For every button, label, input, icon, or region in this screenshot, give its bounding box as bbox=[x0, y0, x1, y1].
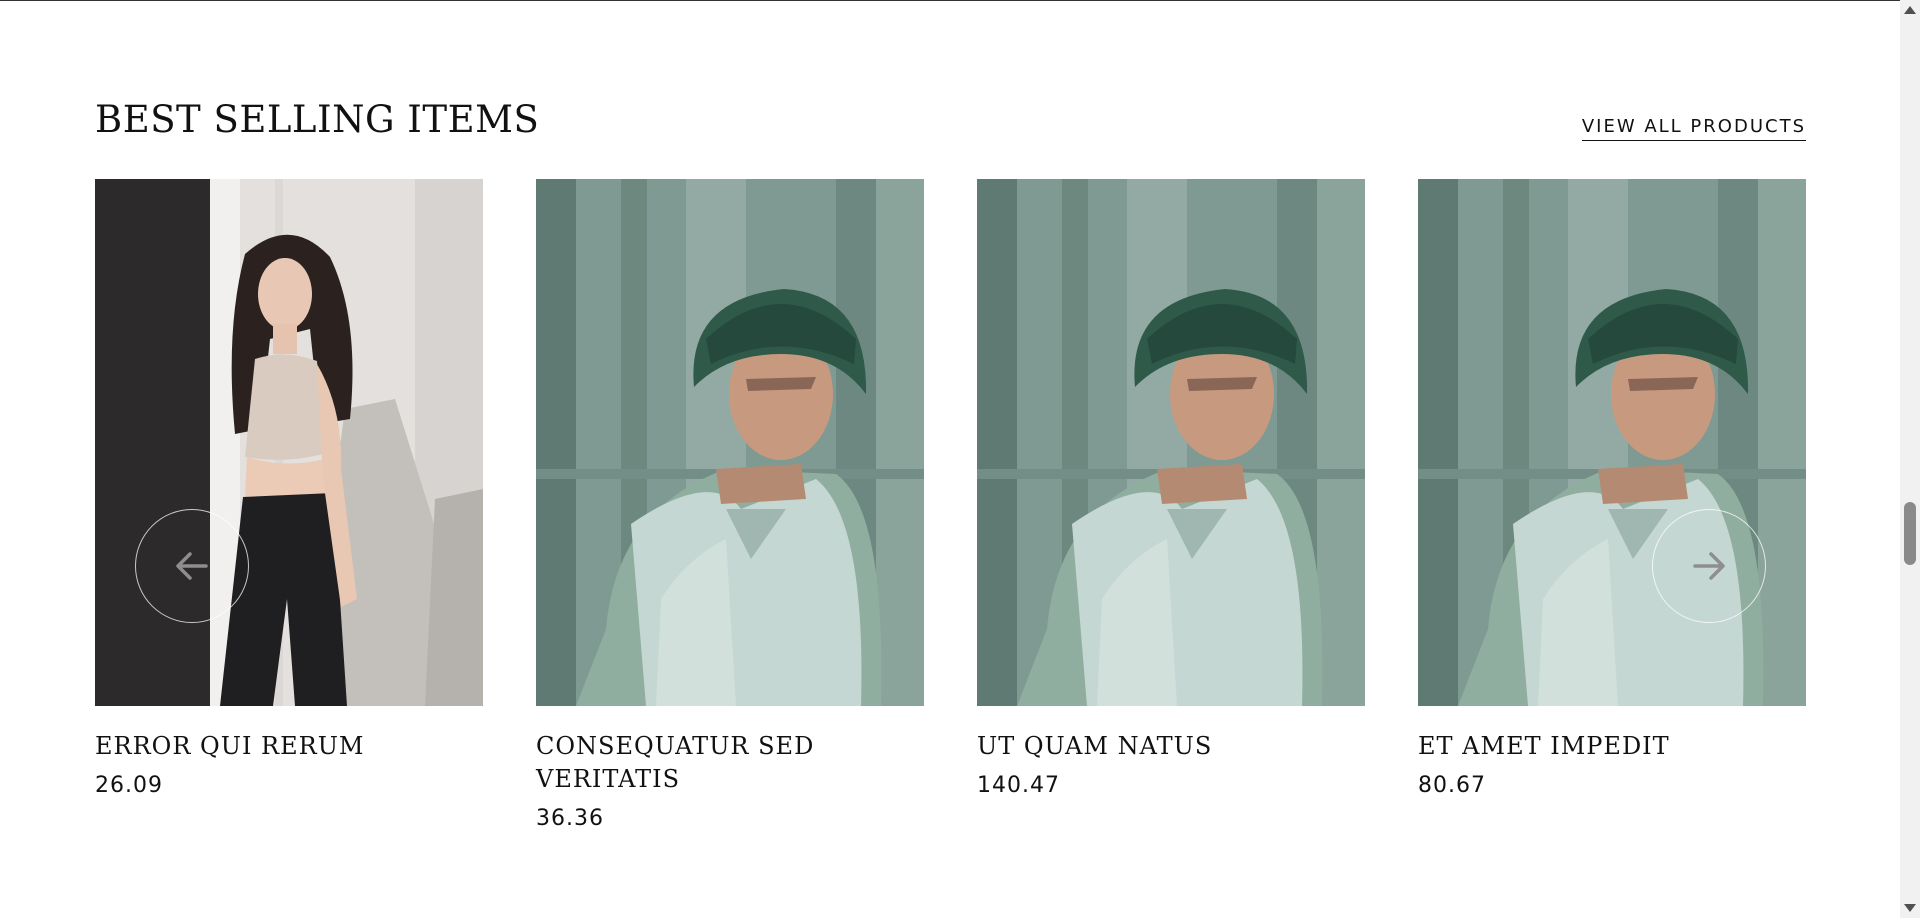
carousel-prev-button[interactable] bbox=[135, 509, 249, 623]
product-image[interactable] bbox=[95, 179, 483, 706]
product-name[interactable]: ET AMET IMPEDIT bbox=[1418, 730, 1806, 763]
product-image[interactable] bbox=[536, 179, 924, 706]
arrow-right-icon bbox=[1693, 552, 1725, 580]
product-image[interactable] bbox=[977, 179, 1365, 706]
section-title: BEST SELLING ITEMS bbox=[95, 98, 540, 141]
product-card[interactable]: UT QUAM NATUS 140.47 bbox=[977, 179, 1365, 831]
scroll-up-icon[interactable] bbox=[1904, 6, 1916, 14]
product-name[interactable]: ERROR QUI RERUM bbox=[95, 730, 483, 763]
view-all-products-link[interactable]: VIEW ALL PRODUCTS bbox=[1581, 116, 1806, 141]
product-card[interactable]: ERROR QUI RERUM 26.09 bbox=[95, 179, 483, 831]
carousel-next-button[interactable] bbox=[1652, 509, 1766, 623]
product-image[interactable] bbox=[1418, 179, 1806, 706]
product-card[interactable]: ET AMET IMPEDIT 80.67 bbox=[1418, 179, 1806, 831]
vertical-scrollbar[interactable] bbox=[1900, 0, 1920, 918]
product-name[interactable]: UT QUAM NATUS bbox=[977, 730, 1365, 763]
product-card[interactable]: CONSEQUATUR SED VERITATIS 36.36 bbox=[536, 179, 924, 831]
scrollbar-thumb[interactable] bbox=[1904, 502, 1916, 565]
product-name[interactable]: CONSEQUATUR SED VERITATIS bbox=[536, 730, 924, 796]
product-price: 80.67 bbox=[1418, 773, 1486, 798]
product-price: 140.47 bbox=[977, 773, 1060, 798]
scroll-down-icon[interactable] bbox=[1904, 904, 1916, 912]
product-price: 36.36 bbox=[536, 806, 604, 831]
arrow-left-icon bbox=[176, 552, 208, 580]
top-border bbox=[0, 0, 1900, 1]
product-grid: ERROR QUI RERUM 26.09 CONSEQUATUR SED VE… bbox=[95, 179, 1806, 831]
product-price: 26.09 bbox=[95, 773, 163, 798]
